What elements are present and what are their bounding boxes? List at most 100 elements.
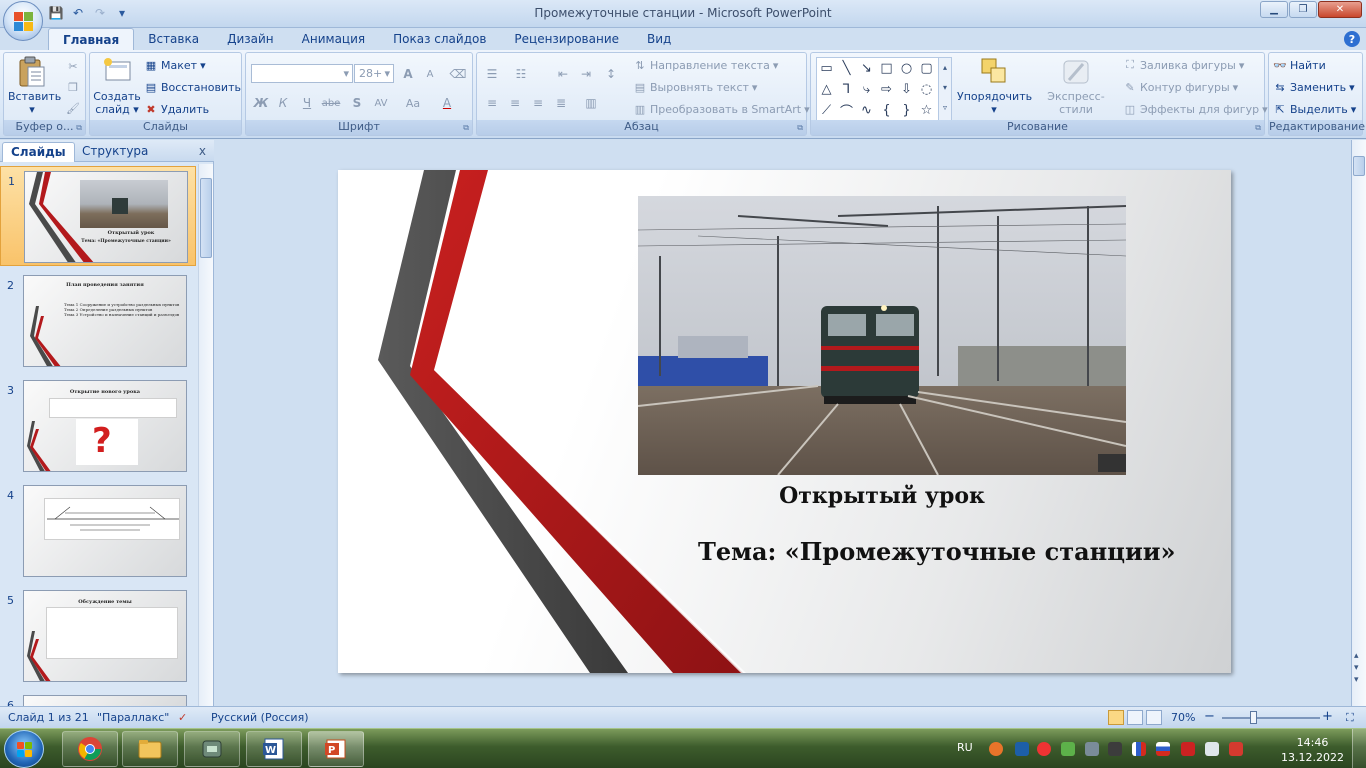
scrollbar-thumb[interactable] <box>200 178 212 258</box>
tab-slides[interactable]: Слайды <box>2 142 75 162</box>
arc-shape-icon[interactable]: ⌒ <box>837 101 856 120</box>
explorer-taskbar-button[interactable] <box>122 731 178 767</box>
editor-scrollbar[interactable]: ▴ ▾ ▾ <box>1351 140 1366 706</box>
bluetooth-icon[interactable] <box>1015 742 1029 756</box>
slide-thumbnail-row[interactable]: 1 Открытый урок Тема: «Промежуточные ста… <box>0 166 196 266</box>
font-size-input[interactable]: 28+ ▾ <box>354 64 394 83</box>
spellcheck-icon[interactable]: ✓ <box>178 711 187 724</box>
slide-thumbnail-row[interactable]: 6 <box>0 691 196 706</box>
arrow-line-shape-icon[interactable]: ↘ <box>857 59 876 78</box>
brace-left-shape-icon[interactable]: { <box>877 101 896 120</box>
increase-indent-icon[interactable]: ⇥ <box>576 64 596 84</box>
rounded-rect-shape-icon[interactable]: ▢ <box>917 59 936 78</box>
line-spacing-icon[interactable]: ↕ <box>601 64 621 84</box>
slide-thumbnail[interactable]: План проведения занятия Тема 1 Сооружени… <box>23 275 187 367</box>
arrange-button[interactable]: Упорядочить ▾ <box>957 56 1032 116</box>
signal-strength-icon[interactable] <box>1132 742 1146 756</box>
star-shape-icon[interactable]: ☆ <box>917 101 936 120</box>
tab-animation[interactable]: Анимация <box>288 28 379 50</box>
numbering-icon[interactable]: ☷ <box>511 64 531 84</box>
yandex-icon[interactable] <box>1037 742 1051 756</box>
normal-view-button[interactable] <box>1108 710 1124 725</box>
tab-review[interactable]: Рецензирование <box>500 28 633 50</box>
dialog-launcher-icon[interactable]: ⧉ <box>797 123 803 133</box>
replace-button[interactable]: ⇆ Заменить ▾ <box>1273 77 1354 97</box>
shapes-gallery[interactable]: ▭ ╲ ↘ □ ○ ▢ △ ⅂ ⤷ ⇨ ⇩ ◌ ⟋ ⌒ ∿ { } ☆ ▴ ▾ ▿ <box>816 57 952 121</box>
slide-sorter-view-button[interactable] <box>1127 710 1143 725</box>
maximize-button[interactable]: ❐ <box>1289 1 1317 18</box>
scrollbar-thumb[interactable] <box>1353 156 1365 176</box>
delete-slide-button[interactable]: ✖ Удалить <box>144 99 209 119</box>
zoom-in-button[interactable]: + <box>1322 709 1333 724</box>
format-painter-icon[interactable]: 🖌 <box>66 101 80 115</box>
textbox-shape-icon[interactable]: ▭ <box>817 59 836 78</box>
shape-fill-button[interactable]: ⛶ Заливка фигуры ▾ <box>1123 55 1244 75</box>
reset-button[interactable]: ▤ Восстановить <box>144 77 241 97</box>
columns-icon[interactable]: ▥ <box>581 93 601 113</box>
prev-next-slide-icons[interactable]: ▴ ▾ ▾ <box>1354 650 1359 686</box>
slide-thumbnail[interactable]: Открытие нового урока ? <box>23 380 187 472</box>
shape-outline-button[interactable]: ✎ Контур фигуры ▾ <box>1123 77 1238 97</box>
thumbnails-scrollbar[interactable] <box>198 164 213 706</box>
start-button[interactable] <box>4 730 44 768</box>
tab-view[interactable]: Вид <box>633 28 685 50</box>
align-left-icon[interactable]: ≡ <box>482 93 502 113</box>
callout-shape-icon[interactable]: ◌ <box>917 80 936 99</box>
bold-button[interactable]: Ж <box>251 93 271 113</box>
slide-thumbnail[interactable]: Обсуждение темы <box>23 590 187 682</box>
triangle-shape-icon[interactable]: △ <box>817 80 836 99</box>
connector-shape-icon[interactable]: ⅂ <box>837 80 856 99</box>
gallery-scroll[interactable]: ▴ ▾ ▿ <box>938 58 951 120</box>
rectangle-shape-icon[interactable]: □ <box>877 59 896 78</box>
cut-icon[interactable]: ✂ <box>66 59 80 73</box>
tab-insert[interactable]: Вставка <box>134 28 213 50</box>
help-icon[interactable]: ? <box>1344 31 1360 47</box>
security-shield-icon[interactable] <box>1229 742 1243 756</box>
zoom-slider[interactable] <box>1222 717 1320 719</box>
slide-thumbnail-row[interactable]: 3 Открытие нового урока ? <box>0 376 196 476</box>
justify-icon[interactable]: ≣ <box>551 93 571 113</box>
network-warning-icon[interactable] <box>1181 742 1195 756</box>
font-color-button[interactable]: A <box>437 93 457 113</box>
current-slide[interactable]: Открытый урок Тема: «Промежуточные станц… <box>338 170 1231 673</box>
curve-shape-icon[interactable]: ∿ <box>857 101 876 120</box>
strikethrough-button[interactable]: abe <box>321 93 341 113</box>
shape-effects-button[interactable]: ◫ Эффекты для фигур ▾ <box>1123 99 1268 119</box>
close-pane-icon[interactable]: x <box>199 144 206 158</box>
slide-thumbnail[interactable] <box>23 485 187 577</box>
language-label[interactable]: Русский (Россия) <box>211 711 309 724</box>
align-right-icon[interactable]: ≡ <box>528 93 548 113</box>
find-button[interactable]: 👓 Найти <box>1273 55 1326 75</box>
align-text-button[interactable]: ▤ Выровнять текст ▾ <box>633 77 758 97</box>
italic-button[interactable]: К <box>273 93 293 113</box>
zoom-out-button[interactable]: − <box>1204 709 1215 724</box>
shrink-font-button[interactable]: A <box>420 64 440 84</box>
text-direction-button[interactable]: ⇅ Направление текста ▾ <box>633 55 778 75</box>
keyboard-language[interactable]: RU <box>957 741 973 754</box>
slide-thumbnail[interactable] <box>23 695 187 706</box>
powerpoint-taskbar-button[interactable]: P <box>308 731 364 767</box>
freeform-shape-icon[interactable]: ⟋ <box>817 101 836 120</box>
zoom-slider-knob[interactable] <box>1250 711 1257 724</box>
tools-icon[interactable] <box>1085 742 1099 756</box>
brace-right-shape-icon[interactable]: } <box>897 101 916 120</box>
change-case-button[interactable]: Aa <box>403 93 423 113</box>
slide-thumbnail-row[interactable]: 5 Обсуждение темы <box>0 586 196 686</box>
system-clock[interactable]: 14:46 13.12.2022 <box>1281 735 1344 765</box>
dialog-launcher-icon[interactable]: ⧉ <box>76 123 82 133</box>
slide-thumbnail-row[interactable]: 4 <box>0 481 196 581</box>
slide-thumbnail[interactable]: Открытый урок Тема: «Промежуточные станц… <box>24 171 188 263</box>
font-name-input[interactable]: ▾ <box>251 64 353 83</box>
tab-outline[interactable]: Структура <box>74 142 156 162</box>
line-shape-icon[interactable]: ╲ <box>837 59 856 78</box>
dialog-launcher-icon[interactable]: ⧉ <box>1255 123 1261 133</box>
bullets-icon[interactable]: ☰ <box>482 64 502 84</box>
russian-flag-icon[interactable] <box>1156 742 1170 756</box>
character-spacing-button[interactable]: AV <box>371 93 391 113</box>
new-slide-button[interactable]: Создать слайд ▾ <box>93 56 141 116</box>
minimize-button[interactable]: ▁ <box>1260 1 1288 18</box>
decrease-indent-icon[interactable]: ⇤ <box>553 64 573 84</box>
right-arrow-shape-icon[interactable]: ⇨ <box>877 80 896 99</box>
shadow-button[interactable]: S <box>347 93 367 113</box>
avast-icon[interactable] <box>989 742 1003 756</box>
